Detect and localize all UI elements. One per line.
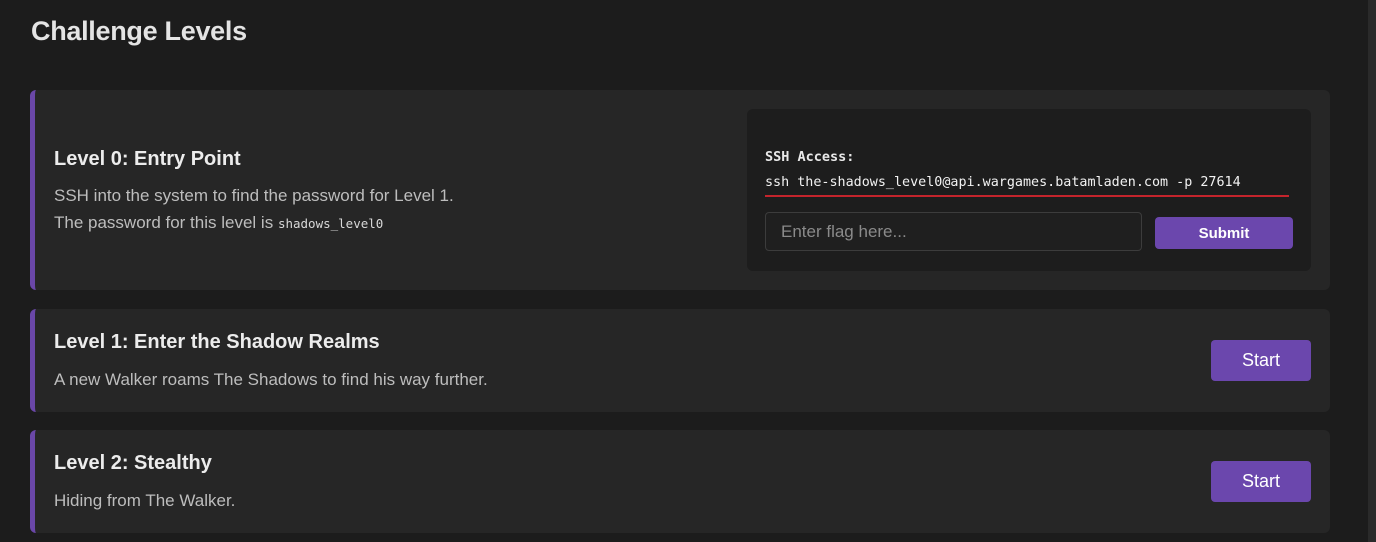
level-card-0: Level 0: Entry Point SSH into the system… — [30, 90, 1330, 290]
level-card-1: Level 1: Enter the Shadow Realms A new W… — [30, 309, 1330, 412]
ssh-access-label: SSH Access: — [765, 149, 855, 165]
level-description-text: SSH into the system to find the password… — [54, 186, 454, 205]
page-scrollbar[interactable] — [1368, 0, 1376, 542]
level-description: Hiding from The Walker. — [54, 491, 236, 510]
level-description: SSH into the system to find the password… — [54, 182, 454, 237]
submit-button[interactable]: Submit — [1155, 217, 1293, 249]
ssh-command[interactable]: ssh the-shadows_level0@api.wargames.bata… — [765, 175, 1289, 197]
level-title: Level 1: Enter the Shadow Realms — [54, 331, 380, 353]
level-description: A new Walker roams The Shadows to find h… — [54, 370, 488, 389]
page-title: Challenge Levels — [31, 16, 247, 46]
start-button-level-2[interactable]: Start — [1211, 461, 1311, 502]
level-title: Level 2: Stealthy — [54, 452, 212, 474]
start-button-level-1[interactable]: Start — [1211, 340, 1311, 381]
ssh-access-panel: SSH Access: ssh the-shadows_level0@api.w… — [747, 109, 1311, 271]
password-prefix: The password for this level is — [54, 213, 274, 232]
level-title: Level 0: Entry Point — [54, 148, 241, 170]
flag-input[interactable] — [765, 212, 1142, 251]
level-card-2: Level 2: Stealthy Hiding from The Walker… — [30, 430, 1330, 533]
level-password: shadows_level0 — [277, 216, 384, 231]
